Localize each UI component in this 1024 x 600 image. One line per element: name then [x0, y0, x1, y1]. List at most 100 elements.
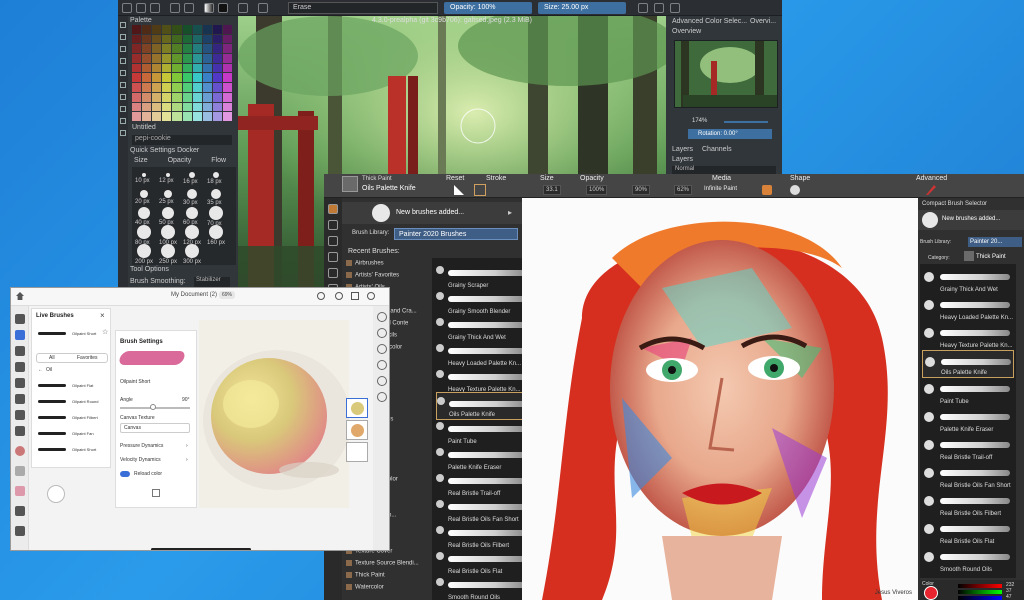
palette-swatch[interactable]	[162, 25, 172, 34]
media-header[interactable]: Media	[712, 175, 731, 182]
palette-swatch[interactable]	[202, 83, 212, 92]
brush-variant-item[interactable]: Grainy Thick And Wet	[436, 314, 532, 342]
reset-header[interactable]: Reset	[446, 175, 464, 182]
painter-canvas[interactable]: Jesus Viveros	[522, 198, 918, 600]
palette-swatch[interactable]	[132, 34, 142, 44]
palette-swatch[interactable]	[132, 102, 142, 112]
lock-icon[interactable]	[670, 3, 680, 13]
palette-swatch[interactable]	[152, 54, 162, 63]
brush-variant-item[interactable]: Real Bristle Oils Filbert	[436, 522, 532, 550]
rotation-slider[interactable]: Rotation: 0.00°	[688, 129, 772, 139]
palette-swatch[interactable]	[202, 63, 212, 73]
palette-swatch[interactable]	[222, 102, 232, 112]
layer-thumb-1[interactable]	[346, 398, 368, 418]
compact-category-value[interactable]: Thick Paint	[976, 254, 1006, 260]
palette-swatch[interactable]	[212, 63, 222, 73]
palette-swatch[interactable]	[172, 25, 182, 34]
palette-swatch[interactable]	[192, 63, 202, 73]
live-brush-item[interactable]: Oilpaint Short	[36, 443, 110, 457]
palette-swatch[interactable]	[142, 83, 152, 92]
green-slider[interactable]	[958, 590, 1002, 594]
palette-swatch[interactable]	[162, 63, 172, 73]
palette-swatch[interactable]	[202, 92, 212, 102]
brush-size-dot[interactable]	[140, 190, 148, 198]
palette-swatch[interactable]	[132, 73, 142, 83]
live-brush-icon[interactable]	[15, 330, 25, 340]
palette-swatch[interactable]	[172, 83, 182, 92]
compact-brush-item[interactable]: Real Bristle Oils Fan Short	[922, 462, 1014, 490]
rectangle-tool-icon[interactable]	[120, 70, 126, 76]
palette-swatch[interactable]	[162, 44, 172, 54]
palette-swatch[interactable]	[222, 83, 232, 92]
layers-icon[interactable]	[377, 312, 387, 322]
palette-swatch[interactable]	[162, 54, 172, 63]
infinite-paint-label[interactable]: Infinite Paint	[702, 185, 739, 195]
palette-swatch[interactable]	[172, 112, 182, 121]
brush-size-icon[interactable]	[15, 466, 25, 476]
compact-brush-item[interactable]: Smooth Round Oils	[922, 546, 1014, 574]
mirror-icon[interactable]	[638, 3, 648, 13]
open-file-icon[interactable]	[136, 3, 146, 13]
fill-icon[interactable]	[15, 410, 25, 420]
palette-swatch[interactable]	[212, 92, 222, 102]
compact-brush-item[interactable]: Real Bristle Oils Filbert	[922, 490, 1014, 518]
palette-swatch[interactable]	[212, 83, 222, 92]
palette-swatch[interactable]	[222, 44, 232, 54]
palette-swatch[interactable]	[192, 92, 202, 102]
opacity-value[interactable]: 100%	[586, 185, 608, 195]
palette-swatch[interactable]	[202, 73, 212, 83]
size-slider[interactable]: Size: 25.00 px	[538, 2, 626, 14]
palette-swatch[interactable]	[222, 54, 232, 63]
palette-swatch[interactable]	[192, 44, 202, 54]
brush-category-item[interactable]: Thick Paint	[346, 572, 385, 579]
canvas-texture-select[interactable]: Canvas	[120, 423, 190, 433]
palette-swatch[interactable]	[132, 83, 142, 92]
brush-size-dot[interactable]	[209, 206, 223, 220]
pixel-brush-icon[interactable]	[15, 346, 25, 356]
brush-size-dot[interactable]	[211, 189, 221, 199]
palette-swatch[interactable]	[192, 54, 202, 63]
palette-swatch[interactable]	[182, 73, 192, 83]
brush-tool-icon[interactable]	[120, 46, 126, 52]
layer-thumb-2[interactable]	[346, 420, 368, 440]
size-header[interactable]: Size	[540, 175, 554, 182]
brush-variant-item[interactable]: Real Bristle Oils Fan Short	[436, 496, 532, 524]
palette-swatch[interactable]	[212, 73, 222, 83]
transform-icon[interactable]	[15, 394, 25, 404]
brush-variant-item[interactable]: Real Bristle Oils Flat	[436, 548, 532, 576]
palette-swatch[interactable]	[152, 92, 162, 102]
palette-swatch[interactable]	[192, 73, 202, 83]
text-tool-icon[interactable]	[120, 130, 126, 136]
home-icon[interactable]	[16, 292, 24, 300]
palette-swatch[interactable]	[142, 92, 152, 102]
palette-swatch[interactable]	[212, 102, 222, 112]
palette-swatch[interactable]	[222, 73, 232, 83]
live-brush-item[interactable]: Oilpaint Filbert	[36, 411, 110, 425]
palette-swatch[interactable]	[222, 25, 232, 34]
shape-icon[interactable]	[790, 185, 800, 195]
palette-swatch[interactable]	[132, 54, 142, 63]
select-tool-icon[interactable]	[120, 22, 126, 28]
brush-variant-item[interactable]: Smooth Round Oils	[436, 574, 532, 600]
library-select[interactable]: Painter 2020 Brushes	[394, 228, 518, 240]
palette-swatch[interactable]	[202, 44, 212, 54]
stabilizer-select[interactable]: Stabilizer	[194, 277, 230, 287]
live-brush-item[interactable]: Oilpaint Fan	[36, 427, 110, 441]
grain-value[interactable]: 90%	[632, 185, 651, 195]
tablet-canvas[interactable]	[199, 320, 351, 508]
brush-size-dot[interactable]	[186, 207, 198, 219]
brush-tool-icon[interactable]	[328, 204, 338, 214]
compact-brush-item[interactable]: Grainy Thick And Wet	[922, 266, 1014, 294]
live-brush-item[interactable]: Oilpaint Flat	[36, 379, 110, 393]
palette-swatch[interactable]	[202, 34, 212, 44]
opacity-header[interactable]: Opacity	[580, 175, 604, 182]
brush-size-dot[interactable]	[209, 225, 223, 239]
picker-tool-icon[interactable]	[120, 118, 126, 124]
layer-adjuster-icon[interactable]	[328, 268, 338, 278]
shape-header[interactable]: Shape	[790, 175, 810, 182]
palette-swatch[interactable]	[182, 92, 192, 102]
brush-variant-item[interactable]: Paint Tube	[436, 418, 532, 446]
live-brush-item[interactable]: Oilpaint Short ☆	[36, 327, 110, 341]
gradient-tool-icon[interactable]	[120, 106, 126, 112]
blend-mode-select[interactable]: Erase	[288, 2, 438, 14]
